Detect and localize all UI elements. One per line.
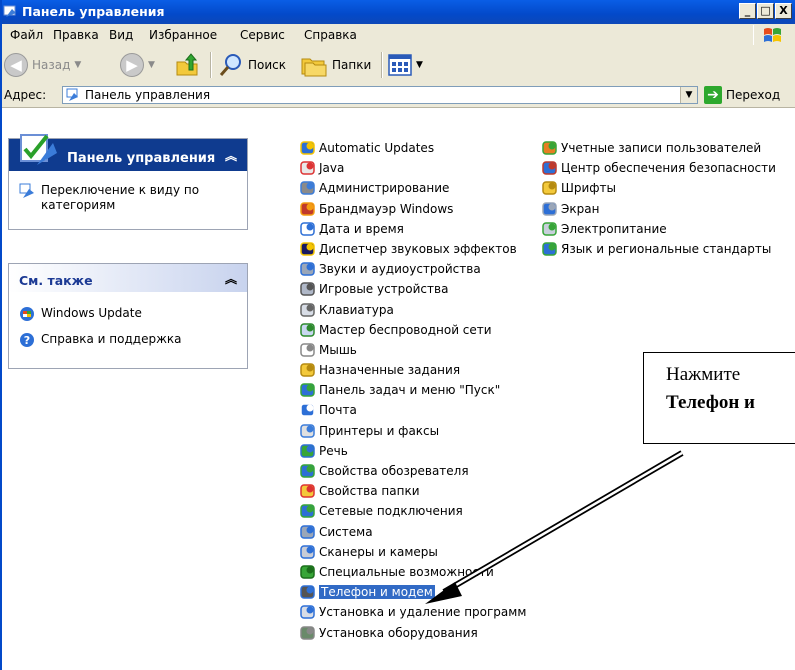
callout-line-1: Нажмите <box>666 364 741 385</box>
close-button[interactable]: X <box>775 3 792 19</box>
folders-label: Папки <box>332 58 372 72</box>
forward-button[interactable]: ▶ ▼ <box>120 50 155 80</box>
arrow-head <box>425 582 462 604</box>
control-panel-icon <box>66 88 78 101</box>
windows-logo-icon <box>753 25 792 45</box>
up-folder-icon <box>176 53 198 76</box>
control-panel-icon <box>3 5 16 17</box>
back-dropdown-icon[interactable]: ▼ <box>74 60 81 70</box>
address-dropdown-icon[interactable]: ▼ <box>680 87 697 103</box>
search-button[interactable]: Поиск <box>218 50 286 80</box>
menu-tools[interactable]: Сервис <box>240 28 285 42</box>
back-arrow-icon: ◀ <box>4 53 28 77</box>
minimize-button[interactable]: _ <box>739 3 756 19</box>
views-dropdown-icon[interactable]: ▼ <box>416 60 423 70</box>
control-panel-window: Панель управления _ □ X Файл Правка Вид … <box>0 0 795 670</box>
forward-arrow-icon: ▶ <box>120 53 144 77</box>
views-icon <box>388 54 412 76</box>
menu-favorites[interactable]: Избранное <box>149 28 217 42</box>
menu-view[interactable]: Вид <box>109 28 133 42</box>
views-button[interactable]: ▼ <box>388 50 423 80</box>
instruction-callout: Нажмите Телефон и <box>643 352 795 444</box>
callout-line-2: Телефон и <box>666 392 755 413</box>
go-arrow-icon: ➔ <box>704 86 722 104</box>
address-value: Панель управления <box>85 88 211 102</box>
toolbar: ◀ Назад ▼ ▶ ▼ Поиск Папки ▼ <box>0 46 795 85</box>
back-label: Назад <box>32 58 71 72</box>
go-button[interactable]: ➔ Переход <box>704 86 780 104</box>
window-title: Панель управления <box>22 4 165 19</box>
menu-edit[interactable]: Правка <box>53 28 99 42</box>
title-bar[interactable]: Панель управления _ □ X <box>0 0 795 24</box>
menu-file[interactable]: Файл <box>10 28 43 42</box>
go-label: Переход <box>726 88 781 102</box>
folders-icon <box>301 58 327 77</box>
menu-bar: Файл Правка Вид Избранное Сервис Справка <box>0 24 795 47</box>
maximize-button[interactable]: □ <box>757 3 774 19</box>
search-icon <box>219 54 241 76</box>
up-folder-button[interactable] <box>174 50 200 80</box>
folders-button[interactable]: Папки <box>300 50 371 80</box>
address-bar: Адрес: Панель управления ▼ ➔ Переход <box>0 84 795 108</box>
search-label: Поиск <box>248 58 287 72</box>
menu-help[interactable]: Справка <box>304 28 357 42</box>
address-input[interactable]: Панель управления ▼ <box>62 86 698 104</box>
back-button[interactable]: ◀ Назад ▼ <box>4 50 81 80</box>
address-label: Адрес: <box>4 88 47 102</box>
forward-dropdown-icon[interactable]: ▼ <box>148 60 155 70</box>
